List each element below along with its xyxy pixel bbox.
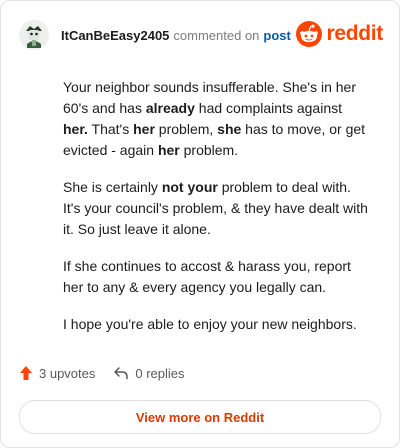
reddit-snoo-icon <box>296 21 323 47</box>
upvote-arrow-icon <box>20 366 32 380</box>
comment-text: problem, <box>154 121 218 137</box>
reddit-logo[interactable]: reddit <box>296 21 383 47</box>
comment-text: problem. <box>179 142 239 158</box>
comment-emphasis: she <box>217 121 242 137</box>
comment-paragraph: She is certainly not your problem to dea… <box>63 177 369 240</box>
comment-embed-card: ItCanBeEasy2405 commented on post reddit… <box>0 0 400 448</box>
comment-emphasis: already <box>145 100 195 116</box>
reply-arrow-icon <box>114 367 129 380</box>
action-text: commented on <box>173 27 260 43</box>
replies-stat[interactable]: 0 replies <box>113 365 185 381</box>
comment-text: had complaints against <box>194 100 342 116</box>
username[interactable]: ItCanBeEasy2405 <box>61 28 169 43</box>
replies-count: 0 replies <box>135 365 185 381</box>
comment-body: Your neighbor sounds insufferable. She's… <box>63 77 369 351</box>
comment-header: ItCanBeEasy2405 commented on post reddit <box>19 17 383 53</box>
upvotes-stat[interactable]: 3 upvotes <box>19 365 95 381</box>
comment-text: I hope you're able to enjoy your new nei… <box>63 316 357 332</box>
comment-text: She is certainly <box>63 179 162 195</box>
comment-text: That's <box>87 121 134 137</box>
reddit-wordmark: reddit <box>326 22 383 45</box>
comment-paragraph: I hope you're able to enjoy your new nei… <box>63 314 369 335</box>
user-avatar[interactable] <box>19 20 49 50</box>
comment-emphasis: her <box>157 142 180 158</box>
view-more-button[interactable]: View more on Reddit <box>19 400 381 434</box>
comment-meta: ItCanBeEasy2405 commented on post <box>61 28 291 43</box>
comment-paragraph: Your neighbor sounds insufferable. She's… <box>63 77 369 161</box>
comment-paragraph: If she continues to accost & harass you,… <box>63 256 369 298</box>
post-link[interactable]: post <box>263 28 290 43</box>
comment-emphasis: not your <box>161 179 218 195</box>
comment-emphasis: her. <box>63 121 88 137</box>
comment-footer: 3 upvotes 0 replies <box>19 365 185 381</box>
comment-emphasis: her <box>133 121 155 137</box>
comment-text: If she continues to accost & harass you,… <box>63 258 351 295</box>
avatar-icon <box>19 20 49 50</box>
upvotes-count: 3 upvotes <box>39 365 96 381</box>
